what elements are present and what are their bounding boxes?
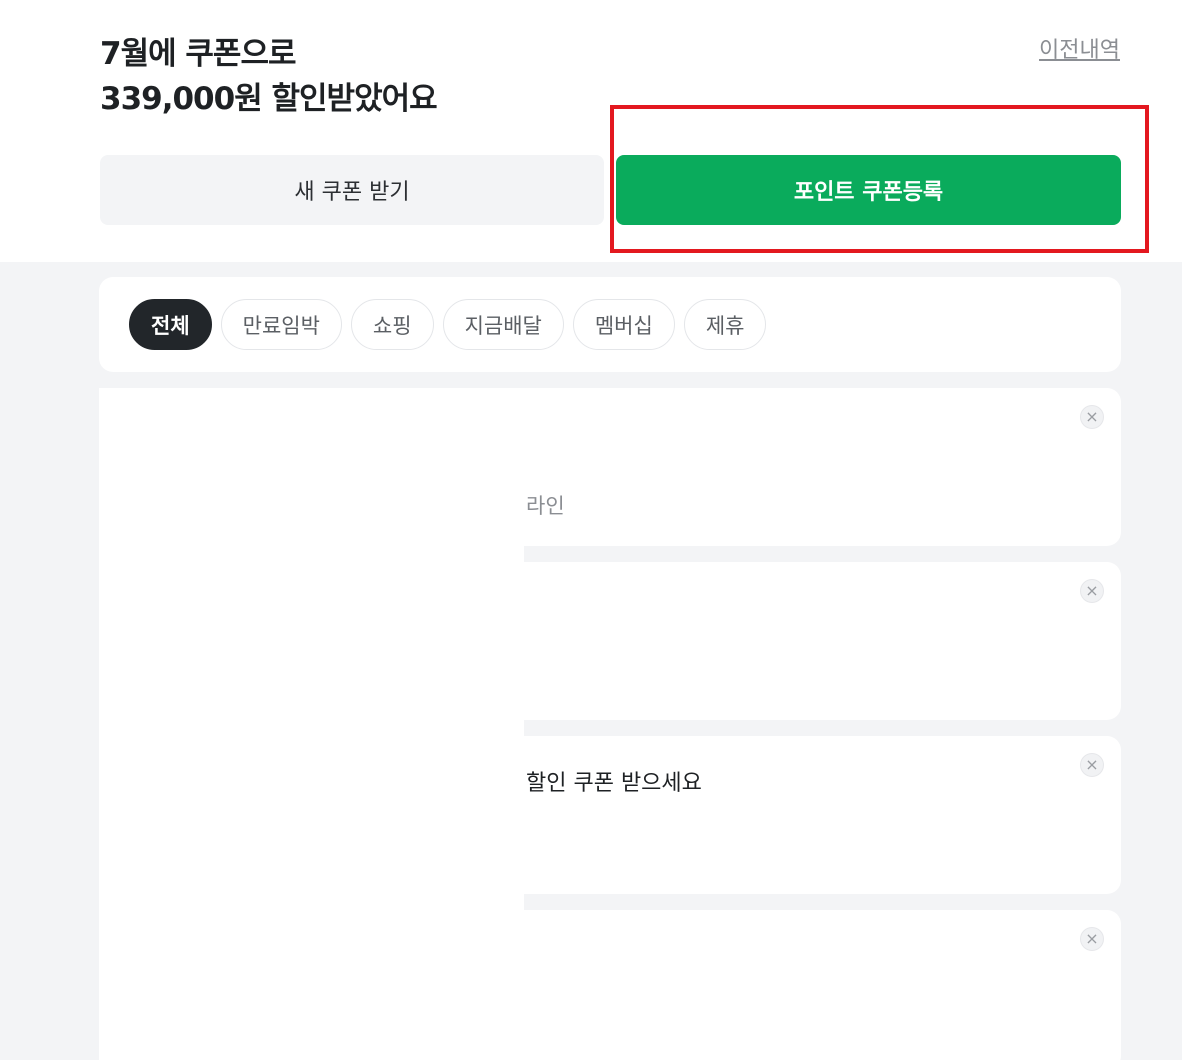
coupon-image-placeholder xyxy=(99,388,524,1060)
register-coupon-button[interactable]: 포인트 쿠폰등록 xyxy=(616,155,1121,225)
headline-line-2: 339,000원 할인받았어요 xyxy=(100,81,438,117)
summary-section: 7월에 쿠폰으로 339,000원 할인받았어요 이전내역 새 쿠폰 받기 포인… xyxy=(0,0,1182,262)
headline-line-1: 7월에 쿠폰으로 xyxy=(100,36,296,72)
filter-chip-partner[interactable]: 제휴 xyxy=(683,299,767,350)
new-coupon-button[interactable]: 새 쿠폰 받기 xyxy=(100,155,604,225)
history-link[interactable]: 이전내역 xyxy=(1039,32,1120,64)
filter-chip-membership[interactable]: 멤버십 xyxy=(572,299,675,350)
coupon-text: 할인 쿠폰 받으세요 xyxy=(526,771,702,796)
close-icon[interactable]: × xyxy=(1080,753,1104,777)
filter-chip-delivery[interactable]: 지금배달 xyxy=(442,299,564,350)
filter-chip-expiring[interactable]: 만료임박 xyxy=(220,299,342,350)
page-title: 7월에 쿠폰으로 339,000원 할인받았어요 xyxy=(100,32,438,122)
filter-chip-all[interactable]: 전체 xyxy=(129,299,212,350)
filter-bar: 전체 만료임박 쇼핑 지금배달 멤버십 제휴 xyxy=(99,277,1121,372)
coupon-text: 라인 xyxy=(526,494,565,518)
close-icon[interactable]: × xyxy=(1080,927,1104,951)
filter-chip-shopping[interactable]: 쇼핑 xyxy=(350,299,434,350)
close-icon[interactable]: × xyxy=(1080,579,1104,603)
close-icon[interactable]: × xyxy=(1080,405,1104,429)
